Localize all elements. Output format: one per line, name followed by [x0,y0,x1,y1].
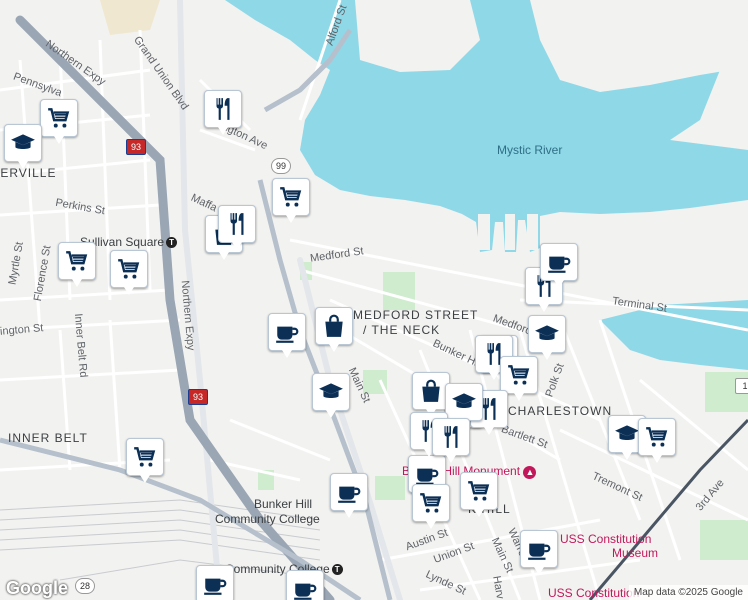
interstate-93-shield: 93 [126,139,146,155]
map-marker-grocery[interactable] [412,484,450,529]
district-label-inner-belt: INNER BELT [8,431,88,445]
cart-icon [46,105,72,131]
map-marker-restaurant[interactable] [432,418,470,463]
district-label-somerville: SOMERVILLE [0,166,57,180]
coffee-cup-icon [546,249,572,275]
poi-bunker-hill-cc-line2[interactable]: Community College [215,513,320,525]
t-station-icon: T [166,237,178,249]
map-marker-cafe[interactable] [330,473,368,518]
shopping-bag-icon [321,313,347,339]
coffee-cup-icon [336,479,362,505]
coffee-cup-icon [274,319,300,345]
school-icon [318,379,344,405]
interstate-93-shield: 93 [188,389,208,405]
shopping-bag-icon [418,378,444,404]
google-logo: Google [6,578,68,598]
cart-icon [278,184,304,210]
map-canvas[interactable]: Mystic River MEDFORD STREET / THE NECK C… [0,0,748,600]
cart-icon [418,490,444,516]
district-label-charlestown: CHARLESTOWN [508,404,613,418]
map-marker-cafe[interactable] [286,570,324,600]
map-marker-grocery[interactable] [500,356,538,401]
school-icon [534,321,560,347]
coffee-cup-icon [202,571,228,597]
fork-knife-icon [224,211,250,237]
map-marker-grocery[interactable] [110,250,148,295]
cart-icon [132,444,158,470]
transit-community-college[interactable]: Community College T [225,563,343,576]
district-label-medford-street: MEDFORD STREET [353,308,479,322]
t-station-icon: T [331,564,343,576]
monument-icon: ▲ [523,466,537,479]
poi-uss-constitution[interactable]: USS Constitution [548,587,639,599]
fork-knife-icon [438,424,464,450]
map-marker-grocery[interactable] [58,242,96,287]
map-marker-school[interactable] [528,315,566,360]
map-marker-shopping[interactable] [315,307,353,352]
map-marker-school[interactable] [312,373,350,418]
poi-uss-museum-line1[interactable]: USS Constitution [560,533,651,545]
route-99-shield: 99 [271,158,291,174]
school-icon [451,389,477,415]
us-1-shield: 1 [735,378,748,394]
coffee-cup-icon [292,576,318,600]
cart-icon [64,248,90,274]
map-marker-cafe[interactable] [268,313,306,358]
district-label-the-neck: / THE NECK [363,323,441,337]
poi-uss-museum-line2[interactable]: Museum [612,547,658,559]
map-marker-grocery[interactable] [638,418,676,463]
fork-knife-icon [210,96,236,122]
map-marker-restaurant[interactable] [204,90,242,135]
map-marker-cafe[interactable] [540,243,578,288]
map-marker-grocery[interactable] [272,178,310,223]
map-marker-grocery[interactable] [460,472,498,517]
school-icon [10,130,36,156]
cart-icon [506,362,532,388]
cart-icon [466,478,492,504]
map-marker-school[interactable] [4,124,42,169]
cart-icon [644,424,670,450]
mystic-river-label: Mystic River [497,143,563,157]
map-marker-grocery[interactable] [126,438,164,483]
map-marker-restaurant[interactable] [218,205,256,250]
map-marker-grocery[interactable] [40,99,78,144]
map-attribution[interactable]: Map data ©2025 Google [628,585,748,600]
coffee-cup-icon [526,536,552,562]
map-marker-cafe[interactable] [196,565,234,600]
map-marker-school[interactable] [445,383,483,428]
cart-icon [116,256,142,282]
route-28-shield: 28 [75,578,95,594]
map-marker-cafe[interactable] [520,530,558,575]
poi-bunker-hill-cc-line1[interactable]: Bunker Hill [254,498,312,510]
school-icon [614,421,640,447]
